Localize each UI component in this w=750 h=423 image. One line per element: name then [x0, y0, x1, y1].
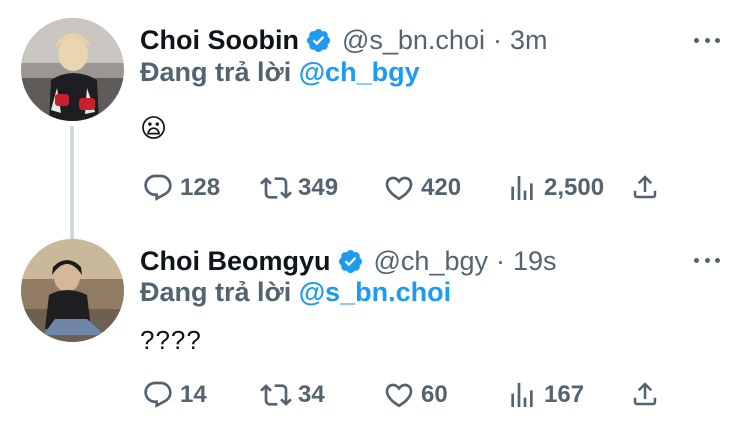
views-count: 167 — [544, 381, 585, 408]
tweet-text: 😦 — [140, 113, 168, 143]
retweet-icon — [260, 384, 292, 406]
retweet-button[interactable]: 349 — [260, 171, 338, 205]
views-icon — [511, 383, 533, 407]
separator-dot: · — [492, 24, 502, 55]
replying-to-label: Đang trả lời — [140, 277, 292, 307]
reply-mention-link[interactable]: @ch_bgy — [299, 57, 420, 87]
replying-to-label: Đang trả lời — [140, 57, 292, 87]
like-button[interactable]: 60 — [383, 378, 448, 412]
avatar[interactable] — [21, 18, 124, 121]
user-handle[interactable]: @ch_bgy — [374, 246, 488, 277]
share-icon[interactable] — [630, 171, 660, 203]
like-icon — [385, 383, 413, 408]
tweet-header: Choi Soobin @s_bn.choi · 3m — [140, 23, 547, 57]
display-name[interactable]: Choi Beomgyu — [140, 246, 331, 277]
reply-icon — [144, 174, 172, 201]
tweet-soobin[interactable]: Choi Soobin @s_bn.choi · 3m Đang trả lời… — [0, 0, 750, 244]
like-count: 60 — [421, 381, 448, 408]
retweet-count: 349 — [298, 174, 339, 201]
tweet-text: ???? — [140, 325, 202, 355]
timestamp[interactable]: 3m — [510, 25, 548, 56]
reply-button[interactable]: 14 — [142, 378, 207, 412]
tweet-beomgyu[interactable]: Choi Beomgyu @ch_bgy · 19s Đang trả lời … — [0, 222, 750, 423]
like-button[interactable]: 420 — [383, 171, 461, 205]
views-count: 2,500 — [544, 174, 605, 201]
replying-to: Đang trả lời @s_bn.choi — [140, 277, 451, 308]
verified-badge-icon — [338, 249, 362, 273]
replying-to: Đang trả lời @ch_bgy — [140, 57, 420, 88]
retweet-button[interactable]: 34 — [260, 378, 325, 412]
retweet-icon — [260, 177, 292, 199]
tweet-header: Choi Beomgyu @ch_bgy · 19s — [140, 244, 557, 278]
avatar[interactable] — [21, 239, 124, 342]
reply-mention-link[interactable]: @s_bn.choi — [299, 277, 451, 307]
like-count: 420 — [421, 174, 462, 201]
reply-count: 14 — [180, 381, 207, 408]
like-icon — [385, 176, 413, 201]
display-name[interactable]: Choi Soobin — [140, 25, 299, 56]
reply-count: 128 — [180, 174, 221, 201]
user-handle[interactable]: @s_bn.choi — [342, 25, 485, 56]
share-icon[interactable] — [630, 378, 660, 410]
views-icon — [511, 176, 533, 200]
more-icon[interactable] — [694, 37, 720, 43]
verified-badge-icon — [306, 28, 330, 52]
timestamp[interactable]: 19s — [513, 246, 557, 277]
retweet-count: 34 — [298, 381, 325, 408]
reply-icon — [144, 381, 172, 408]
views-button[interactable]: 167 — [506, 378, 584, 412]
views-button[interactable]: 2,500 — [506, 171, 604, 205]
separator-dot: · — [496, 245, 505, 276]
more-icon[interactable] — [694, 257, 720, 263]
reply-button[interactable]: 128 — [142, 171, 220, 205]
